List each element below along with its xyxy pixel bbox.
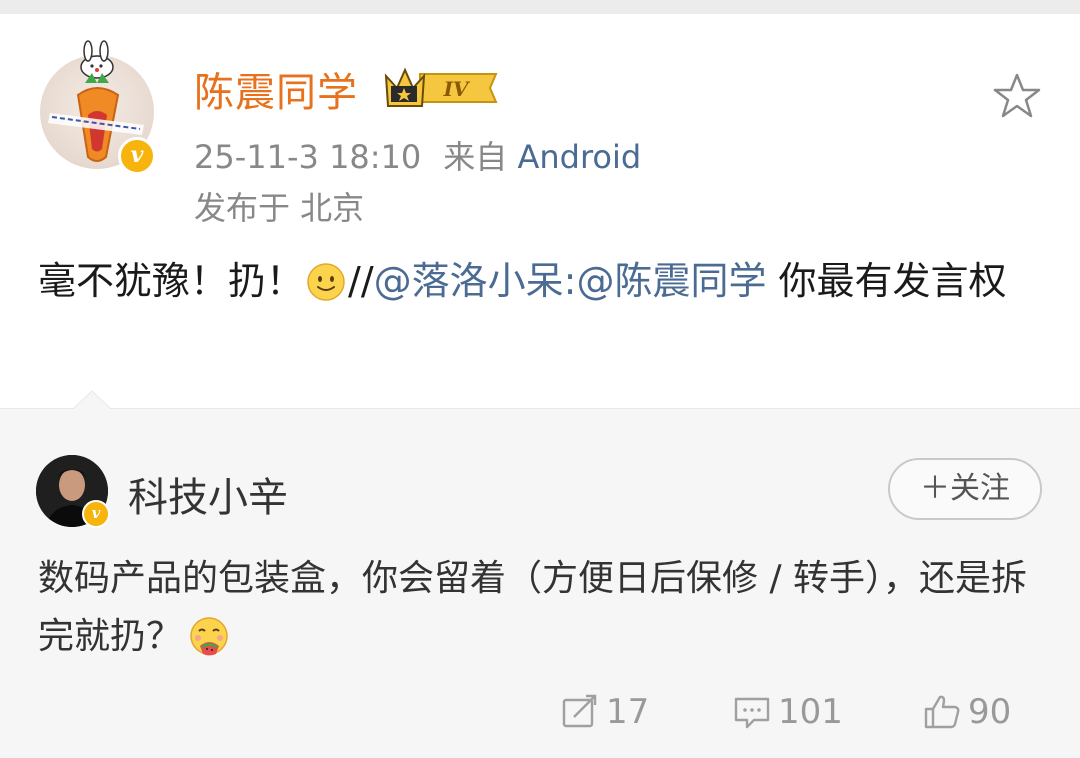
comment-count: 101 <box>778 692 843 732</box>
like-icon <box>924 695 960 729</box>
retweet-author-name[interactable]: 科技小辛 <box>128 465 288 523</box>
mention-luoluo[interactable]: @落洛小呆 <box>374 259 564 303</box>
comment-button[interactable]: 101 <box>732 690 843 734</box>
verified-v-icon: v <box>82 500 110 528</box>
comment-icon <box>734 697 770 729</box>
post-text: 毫不犹豫！扔！ //@落洛小呆:@陈震同学 你最有发言权 <box>38 252 1048 318</box>
mention-chenzhen[interactable]: @陈震同学 <box>576 259 766 303</box>
repost-button[interactable]: 17 <box>560 690 649 734</box>
author-name[interactable]: 陈震同学 <box>194 60 358 118</box>
repost-count: 17 <box>606 692 650 732</box>
level-text: IV <box>443 77 471 101</box>
slashes: // <box>348 259 374 303</box>
source-prefix: 来自 <box>443 138 508 176</box>
star-icon[interactable] <box>992 72 1042 124</box>
source-device[interactable]: Android <box>517 138 641 176</box>
follow-button[interactable]: ＋关注 <box>888 458 1042 520</box>
like-button[interactable]: 90 <box>922 690 1011 734</box>
mention-colon: : <box>563 259 577 303</box>
retweet-text-body: 数码产品的包装盒，你会留着（方便日后保修 / 转手），还是拆完就扔？ <box>38 558 1028 657</box>
verified-v-icon: v <box>118 137 156 175</box>
eating-emoji <box>188 616 230 676</box>
location: 发布于 北京 <box>194 189 365 227</box>
retweet-notch <box>70 390 114 414</box>
timestamp: 25-11-3 18:10 <box>194 138 422 176</box>
crown-level-icon: IV <box>384 66 500 114</box>
like-count: 90 <box>968 692 1012 732</box>
weibo-post <box>0 14 1080 408</box>
post-text-part2: 你最有发言权 <box>766 259 1007 303</box>
post-text-part1: 毫不犹豫！扔！ <box>38 259 305 303</box>
retweet-text: 数码产品的包装盒，你会留着（方便日后保修 / 转手），还是拆完就扔？ <box>38 550 1038 676</box>
post-meta: 25-11-3 18:10 来自 Android <box>194 132 641 178</box>
repost-icon <box>562 694 597 728</box>
smile-emoji <box>306 260 346 318</box>
top-separator <box>0 0 1080 14</box>
retweet-actions: 17 101 90 <box>0 690 1080 734</box>
